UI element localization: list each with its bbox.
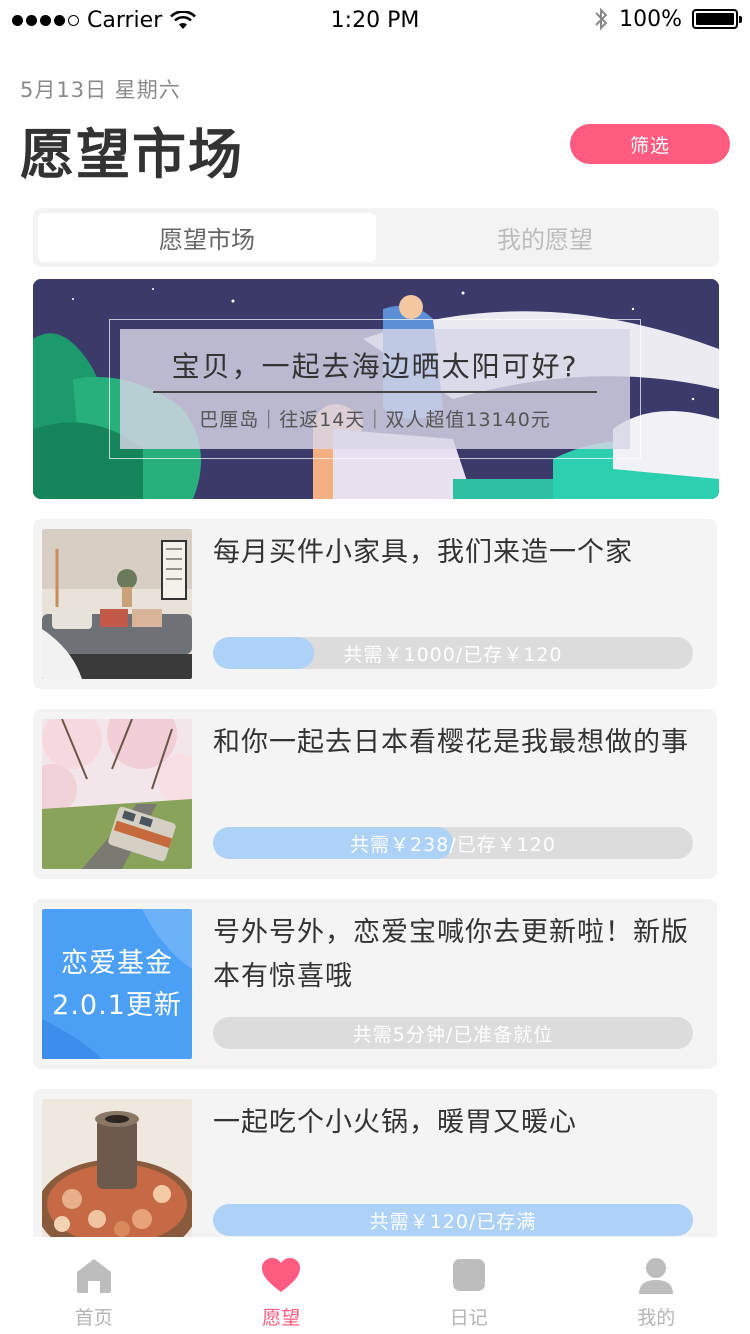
bluetooth-icon [595, 7, 608, 31]
promo-line-2: 2.0.1更新 [52, 990, 182, 1021]
profile-icon [636, 1255, 676, 1295]
tab-wish-market[interactable]: 愿望市场 [38, 213, 376, 262]
progress-label: 共需￥1000/已存￥120 [343, 643, 563, 666]
wish-title: 一起吃个小火锅，暖胃又暖心 [213, 1107, 577, 1138]
wish-progress: 共需5分钟/已准备就位 [213, 1017, 693, 1049]
tab-my-wishes[interactable]: 我的愿望 [376, 213, 714, 262]
banner-title: 宝贝，一起去海边晒太阳可好? [171, 350, 579, 383]
heart-icon [261, 1255, 301, 1295]
living-room-image [42, 529, 192, 679]
progress-label: 共需5分钟/已准备就位 [352, 1023, 554, 1046]
diary-icon [449, 1255, 489, 1295]
date-label: 5月13日 星期六 [20, 78, 181, 102]
status-bar: Carrier 1:20 PM 100% [0, 0, 750, 42]
tabbar-label: 首页 [74, 1307, 113, 1329]
update-promo-image: 恋爱基金 2.0.1更新 [42, 909, 192, 1059]
wish-progress: 共需￥120/已存满 [213, 1204, 693, 1236]
promo-line-1: 恋爱基金 [61, 948, 173, 979]
progress-label: 共需￥238/已存￥120 [350, 833, 556, 856]
wish-title: 号外号外，恋爱宝喊你去更新啦！新版本有惊喜哦 [213, 917, 689, 992]
wish-title: 每月买件小家具，我们来造一个家 [213, 537, 633, 568]
progress-label: 共需￥120/已存满 [369, 1210, 537, 1233]
home-icon [74, 1255, 114, 1295]
page-title: 愿望市场 [20, 123, 244, 186]
tabbar-label: 愿望 [262, 1307, 301, 1329]
tabbar-profile[interactable]: 我的 [563, 1237, 750, 1334]
tabbar-diary[interactable]: 日记 [375, 1237, 563, 1334]
banner-divider [153, 391, 597, 393]
bottom-tab-bar: 首页 愿望 日记 我的 [0, 1237, 750, 1334]
wish-progress: 共需￥238/已存￥120 [213, 827, 693, 859]
banner-subtitle: 巴厘岛｜往返14天｜双人超值13140元 [199, 409, 551, 431]
wish-card[interactable]: 每月买件小家具，我们来造一个家 共需￥1000/已存￥120 [33, 519, 717, 689]
segment-tabs: 愿望市场 我的愿望 [33, 208, 719, 267]
hotpot-image [42, 1099, 192, 1249]
wish-title: 和你一起去日本看樱花是我最想做的事 [213, 727, 689, 758]
cherry-blossom-train-image [42, 719, 192, 869]
wish-card[interactable]: 和你一起去日本看樱花是我最想做的事 共需￥238/已存￥120 [33, 709, 717, 879]
battery-percent: 100% [619, 6, 682, 32]
wish-progress: 共需￥1000/已存￥120 [213, 637, 693, 669]
battery-icon [692, 9, 742, 29]
tabbar-label: 日记 [449, 1307, 488, 1329]
tabbar-home[interactable]: 首页 [0, 1237, 188, 1334]
filter-button[interactable]: 筛选 [570, 124, 730, 164]
wish-card[interactable]: 恋爱基金 2.0.1更新 号外号外，恋爱宝喊你去更新啦！新版本有惊喜哦 共需5分… [33, 899, 717, 1069]
wish-card[interactable]: 一起吃个小火锅，暖胃又暖心 共需￥120/已存满 [33, 1089, 717, 1259]
tabbar-label: 我的 [637, 1307, 676, 1329]
status-right: 100% [593, 6, 742, 32]
promo-banner[interactable]: 宝贝，一起去海边晒太阳可好? 巴厘岛｜往返14天｜双人超值13140元 [33, 279, 719, 499]
tabbar-wish[interactable]: 愿望 [188, 1237, 376, 1334]
